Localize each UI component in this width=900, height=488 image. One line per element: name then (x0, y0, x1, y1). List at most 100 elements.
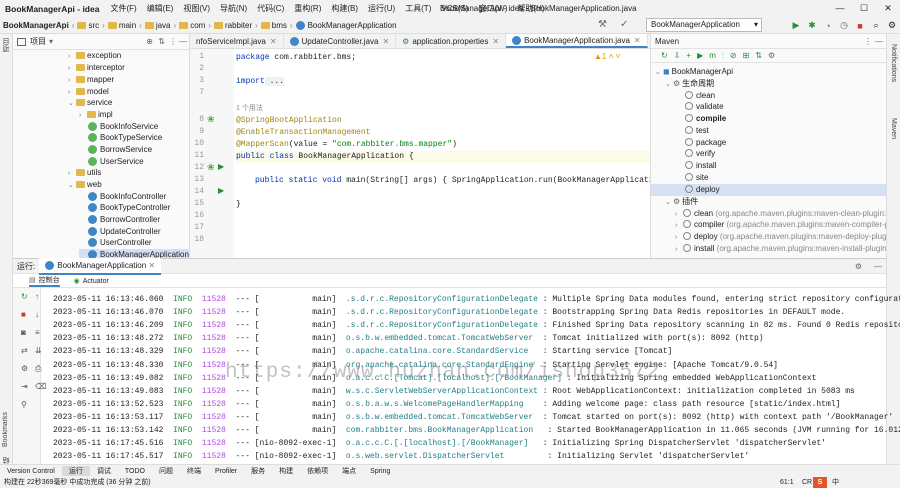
goal-test[interactable]: test (685, 125, 709, 137)
search-icon[interactable]: ⌕ (868, 20, 884, 31)
crumb-java[interactable]: java (142, 21, 174, 30)
goal-package[interactable]: package (685, 137, 726, 149)
goal-verify[interactable]: verify (685, 148, 715, 160)
tab-dependencies[interactable]: 依赖项 (300, 466, 335, 476)
tab-build[interactable]: 构建 (272, 466, 300, 476)
add-icon[interactable]: + (686, 51, 691, 60)
tab-profiler[interactable]: Profiler (208, 468, 244, 475)
plugin-compiler[interactable]: › compiler (org.apache.maven.plugins:mave… (675, 219, 886, 231)
maven-goal-icon[interactable]: m (709, 51, 716, 60)
menu-navigate[interactable]: 导航(N) (215, 3, 252, 14)
caret-position[interactable]: 61:1 (780, 477, 794, 488)
settings-icon[interactable]: ⚙ (847, 262, 870, 271)
tree-item-impl[interactable]: › impl (79, 109, 113, 121)
crumb-rabbiter[interactable]: rabbiter (211, 21, 255, 30)
tab-services[interactable]: 服务 (244, 466, 272, 476)
coverage-icon[interactable]: ◔ (820, 21, 836, 31)
collapse-icon[interactable]: ⇅ (158, 37, 165, 46)
skip-tests-icon[interactable]: ⊘ (730, 51, 737, 60)
options-icon[interactable]: ⋮ (169, 37, 177, 46)
exit-icon[interactable]: ⇥ (21, 382, 28, 391)
soft-wrap-icon[interactable]: ≡ (35, 328, 40, 337)
scroll-end-icon[interactable]: ⇊ (35, 346, 42, 355)
rerun-icon[interactable]: ↻ (21, 292, 28, 301)
settings-icon[interactable]: ⚙ (768, 51, 775, 60)
tab-debug[interactable]: 调试 (90, 466, 118, 476)
tab-actuator[interactable]: ◉ Actuator (74, 277, 109, 285)
tree-item-booktypeservice[interactable]: BookTypeService (88, 132, 162, 144)
print-icon[interactable]: ⎙ (35, 364, 41, 374)
close-icon[interactable]: ✕ (876, 0, 900, 17)
project-panel-title[interactable]: 项目 (30, 36, 46, 47)
plugin-deploy[interactable]: › deploy (org.apache.maven.plugins:maven-… (675, 231, 886, 243)
crumb-project[interactable]: BookManagerApi (0, 21, 72, 30)
goal-clean[interactable]: clean (685, 90, 715, 102)
tree-item-web[interactable]: ⌄ web (68, 179, 102, 191)
tab-updatecontroller[interactable]: UpdateController.java ✕ (284, 34, 397, 48)
stop-icon[interactable]: ■ (852, 21, 868, 31)
goal-validate[interactable]: validate (685, 101, 724, 113)
scroll-down-icon[interactable]: ↓ (35, 310, 39, 319)
menu-refactor[interactable]: 重构(R) (289, 3, 326, 14)
spring-bean-icon[interactable]: ❀ (207, 114, 215, 125)
maven-tool-tab[interactable]: Maven (890, 118, 897, 139)
tree-item-usercontroller[interactable]: UserController (88, 237, 152, 249)
scroll-up-icon[interactable]: ↑ (35, 292, 39, 301)
spring-bean-icon[interactable]: ❀ (207, 162, 215, 173)
tree-item-borrowcontroller[interactable]: BorrowController (88, 214, 160, 226)
tab-spring[interactable]: Spring (363, 468, 397, 475)
reload-icon[interactable]: ↻ (661, 51, 668, 60)
tree-item-exception[interactable]: › exception (68, 50, 121, 62)
ime-mode[interactable]: 中 (832, 477, 839, 488)
menu-file[interactable]: 文件(F) (105, 3, 141, 14)
hide-icon[interactable]: — (870, 262, 886, 271)
locate-icon[interactable]: ⊕ (146, 37, 153, 46)
tree-item-booktypecontroller[interactable]: BookTypeController (88, 202, 170, 214)
stop-icon[interactable]: ■ (21, 310, 26, 319)
run-config-select[interactable]: BookManagerApplication ▾ (646, 18, 762, 32)
inspection-widget[interactable]: ▲1 ˄ ˅ (594, 52, 620, 61)
tab-serviceimpl[interactable]: nfoServiceImpl.java ✕ (190, 34, 284, 48)
hide-icon[interactable]: — (179, 37, 187, 46)
collapse-icon[interactable]: ⇅ (755, 51, 762, 60)
tree-item-service[interactable]: ⌄ service (68, 97, 112, 109)
tab-console[interactable]: ▤ 控制台 (29, 275, 60, 287)
menu-code[interactable]: 代码(C) (252, 3, 289, 14)
restore-layout-icon[interactable]: ⇄ (21, 346, 28, 355)
tab-todo[interactable]: TODO (118, 468, 152, 475)
tab-terminal[interactable]: 终端 (180, 466, 208, 476)
menu-tools[interactable]: 工具(T) (400, 3, 436, 14)
crumb-bms[interactable]: bms (258, 21, 290, 30)
run-config-tab[interactable]: BookManagerApplication ✕ (39, 257, 162, 275)
usages-hint[interactable]: 1 个用法 (236, 103, 263, 115)
maven-plugins[interactable]: ⌄ ⚙ 插件 (665, 196, 698, 208)
project-tool-tab[interactable]: 项目 (2, 38, 12, 52)
toggle-icon[interactable]: ⫶ (722, 51, 724, 61)
crumb-class[interactable]: BookManagerApplication (293, 20, 400, 30)
bookmarks-tool-tab[interactable]: Bookmarks (2, 412, 9, 447)
tab-endpoints[interactable]: 端点 (335, 466, 363, 476)
menu-build[interactable]: 构建(B) (326, 3, 363, 14)
clear-icon[interactable]: ⌫ (35, 382, 46, 391)
tree-item-borrowservice[interactable]: BorrowService (88, 144, 152, 156)
goal-compile[interactable]: compile (685, 113, 726, 125)
maven-root[interactable]: ⌄ ◼ BookManagerApi (655, 66, 733, 78)
settings-icon[interactable]: ⚙ (21, 364, 28, 373)
tab-application-properties[interactable]: ⚙ application.properties ✕ (396, 34, 507, 48)
build-icon[interactable]: ✓ (620, 19, 628, 30)
hammer-icon[interactable]: ⚒ (598, 19, 607, 30)
tree-item-interceptor[interactable]: › interceptor (68, 62, 125, 74)
plugin-clean[interactable]: › clean (org.apache.maven.plugins:maven-c… (675, 208, 886, 220)
goal-install[interactable]: install (685, 160, 716, 172)
status-message[interactable]: 构建在 22秒369毫秒 中成功完成 (36 分钟 之前) (4, 479, 151, 486)
tab-problems[interactable]: 问题 (152, 466, 180, 476)
debug-icon[interactable]: ✱ (804, 20, 820, 31)
goal-deploy[interactable]: deploy (651, 184, 886, 196)
tab-run[interactable]: 运行 (61, 466, 90, 476)
crumb-main[interactable]: main (105, 21, 139, 30)
settings-icon[interactable]: ⚙ (884, 20, 900, 31)
minimize-icon[interactable]: — (828, 0, 852, 17)
run-gutter-icon[interactable]: ▶ (218, 162, 224, 171)
menu-edit[interactable]: 编辑(E) (142, 3, 179, 14)
tree-item-utils[interactable]: › utils (68, 167, 101, 179)
